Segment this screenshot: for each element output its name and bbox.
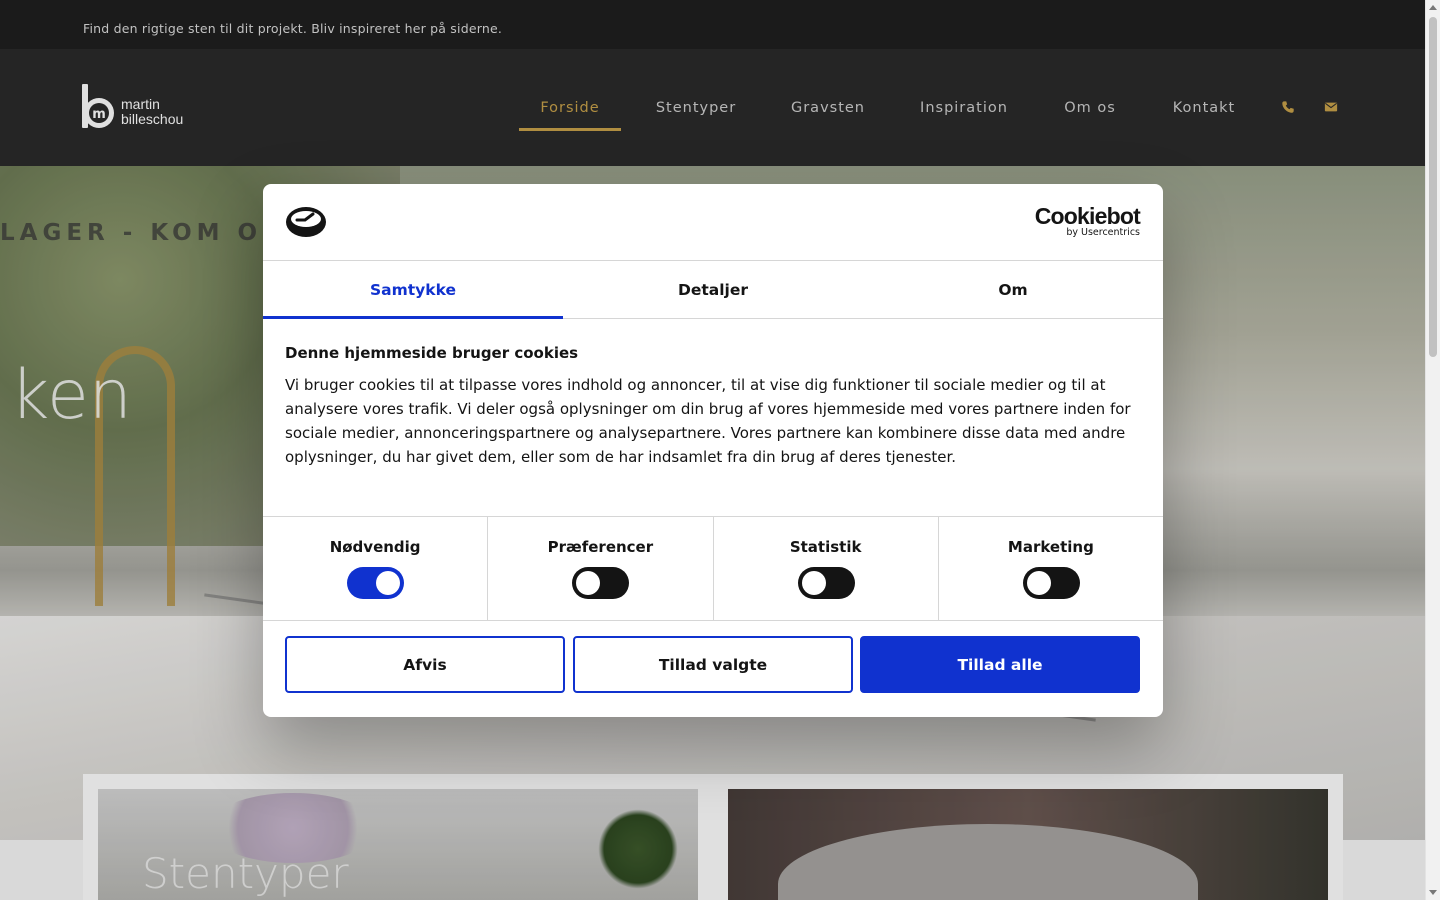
cookiebot-name: Cookiebot bbox=[1034, 203, 1141, 229]
toggle-group-statistics: Statistik bbox=[714, 517, 939, 620]
toggle-knob bbox=[801, 571, 826, 595]
toggle-knob bbox=[576, 571, 601, 595]
scroll-thumb[interactable] bbox=[1429, 17, 1437, 357]
toggle-group-marketing: Marketing bbox=[939, 517, 1163, 620]
toggle-group-preferences: Præferencer bbox=[488, 517, 714, 620]
toggle-statistics[interactable] bbox=[797, 567, 855, 599]
scroll-down-arrow-icon[interactable] bbox=[1429, 890, 1437, 895]
allow-all-button[interactable]: Tillad alle bbox=[860, 636, 1140, 693]
tab-detaljer[interactable]: Detaljer bbox=[563, 261, 863, 318]
dialog-description: Vi bruger cookies til at tilpasse vores … bbox=[285, 376, 1131, 466]
cookiebot-logo[interactable]: Cookiebot by Usercentrics bbox=[1034, 203, 1141, 238]
toggle-label: Marketing bbox=[1007, 538, 1094, 556]
toggle-preferences[interactable] bbox=[572, 567, 630, 599]
toggle-marketing[interactable] bbox=[1022, 567, 1080, 599]
page-scrollbar[interactable] bbox=[1425, 0, 1440, 900]
cookie-consent-dialog: Cookiebot by Usercentrics Samtykke Detal… bbox=[263, 184, 1163, 717]
toggle-label: Præferencer bbox=[547, 538, 654, 556]
toggle-group-necessary: Nødvendig bbox=[263, 517, 489, 620]
tab-samtykke[interactable]: Samtykke bbox=[263, 261, 563, 319]
scroll-up-arrow-icon[interactable] bbox=[1429, 5, 1437, 10]
site-logo-icon bbox=[286, 207, 326, 237]
consent-toggles: Nødvendig Præferencer Statistik Marketin… bbox=[263, 516, 1163, 621]
dialog-body: Denne hjemmeside bruger cookies Vi bruge… bbox=[285, 344, 1145, 469]
toggle-knob bbox=[376, 571, 401, 595]
dialog-tabs: Samtykke Detaljer Om bbox=[263, 261, 1163, 319]
toggle-label: Statistik bbox=[789, 538, 862, 556]
allow-selected-button[interactable]: Tillad valgte bbox=[573, 636, 853, 693]
reject-button[interactable]: Afvis bbox=[285, 636, 565, 693]
toggle-necessary[interactable] bbox=[347, 567, 405, 599]
dialog-buttons: Afvis Tillad valgte Tillad alle bbox=[285, 636, 1141, 693]
toggle-knob bbox=[1026, 571, 1051, 595]
dialog-header: Cookiebot by Usercentrics bbox=[263, 184, 1163, 261]
tab-om[interactable]: Om bbox=[863, 261, 1163, 318]
toggle-label: Nødvendig bbox=[329, 538, 421, 556]
dialog-heading: Denne hjemmeside bruger cookies bbox=[285, 344, 579, 362]
